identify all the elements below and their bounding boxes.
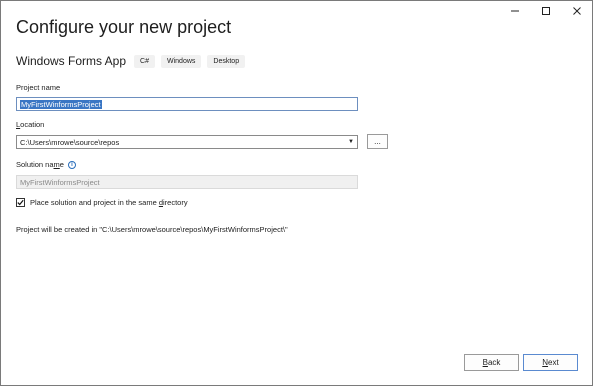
same-directory-label: Place solution and project in the same d… <box>30 198 188 207</box>
solution-name-value: MyFirstWinformsProject <box>20 177 100 187</box>
close-button[interactable] <box>561 1 592 21</box>
solution-name-label: Solution na m e i <box>16 160 76 169</box>
project-path-note: Project will be created in "C:\Users\mro… <box>16 225 288 234</box>
browse-button[interactable]: ... <box>367 134 388 149</box>
template-header: Windows Forms App C# Windows Desktop <box>16 54 251 68</box>
minimize-button[interactable] <box>499 1 530 21</box>
location-label: Location <box>16 120 45 129</box>
location-combobox[interactable]: C:\Users\mrowe\source\repos ▼ <box>16 135 358 149</box>
project-name-value: MyFirstWinformsProject <box>20 99 102 109</box>
location-value: C:\Users\mrowe\source\repos <box>20 137 120 147</box>
tag-project-type: Desktop <box>207 54 246 68</box>
tag-platform: Windows <box>161 54 202 68</box>
checkmark-icon <box>17 199 24 206</box>
maximize-button[interactable] <box>530 1 561 21</box>
back-button[interactable]: Back <box>464 354 519 371</box>
maximize-icon <box>541 6 551 16</box>
same-directory-checkbox[interactable] <box>16 198 25 207</box>
same-directory-option[interactable]: Place solution and project in the same d… <box>16 198 188 207</box>
project-name-input[interactable]: MyFirstWinformsProject <box>16 97 358 111</box>
caption-buttons <box>499 1 592 21</box>
page-title: Configure your new project <box>16 17 232 37</box>
configure-project-window: Configure your new project Windows Forms… <box>0 0 593 386</box>
minimize-icon <box>510 6 520 16</box>
close-icon <box>572 6 582 16</box>
template-name: Windows Forms App <box>16 54 127 68</box>
info-icon[interactable]: i <box>67 160 76 169</box>
solution-name-input: MyFirstWinformsProject <box>16 175 358 189</box>
tag-language: C# <box>134 54 155 68</box>
chevron-down-icon: ▼ <box>348 139 354 145</box>
next-button[interactable]: Next <box>523 354 578 371</box>
project-name-label: Project name <box>16 83 61 92</box>
